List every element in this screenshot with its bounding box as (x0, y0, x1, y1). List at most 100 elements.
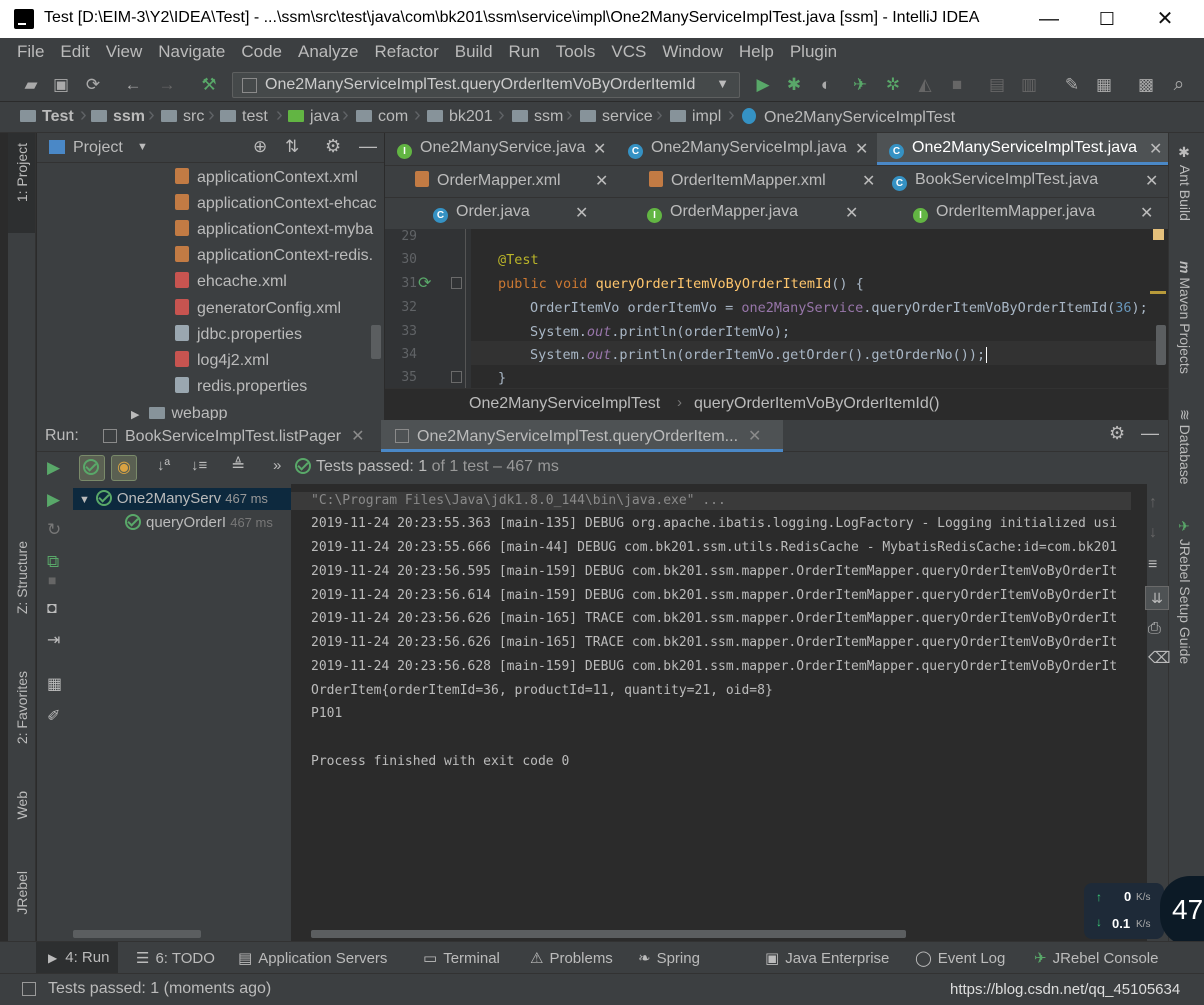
sort-alpha-icon[interactable]: ↓ª (157, 457, 170, 474)
close-tab-icon[interactable]: ✕ (855, 133, 868, 165)
run-configuration-select[interactable]: One2ManyServiceImplTest.queryOrderItemVo… (232, 72, 740, 98)
web-tool-tab[interactable]: Web (14, 791, 30, 820)
close-tab-icon[interactable]: ✕ (1149, 133, 1162, 165)
breadcrumb-project[interactable]: Test (20, 108, 74, 126)
tree-file-redis-properties[interactable]: redis.properties (175, 377, 307, 403)
tree-file-ehcache[interactable]: ehcache.xml (175, 272, 287, 298)
run-test-gutter-icon[interactable]: ⟳ (418, 273, 431, 292)
menu-analyze[interactable]: Analyze (289, 38, 365, 62)
run-again-icon[interactable]: ▶ (47, 490, 60, 510)
tool-tab-run[interactable]: ▶ 4: Run (48, 949, 109, 966)
breadcrumb-bk201[interactable]: bk201 (427, 108, 493, 126)
coverage-icon[interactable]: ◐ (813, 72, 839, 98)
tree-file-generatorconfig[interactable]: generatorConfig.xml (175, 299, 341, 325)
favorites-tool-tab[interactable]: 2: Favorites (14, 671, 30, 744)
tool-tab-terminal[interactable]: ▭ Terminal (423, 949, 500, 967)
tree-folder-webapp[interactable]: ▶ webapp (131, 405, 228, 421)
tool-tab-todo[interactable]: ☰ 6: TODO (136, 949, 215, 967)
close-tab-icon[interactable]: ✕ (595, 165, 608, 197)
menu-vcs[interactable]: VCS (602, 38, 653, 62)
breadcrumb-com[interactable]: com (356, 108, 408, 126)
wrench-settings-icon[interactable]: ✎ (1059, 72, 1085, 98)
sort-duration-icon[interactable]: ↓≡ (191, 457, 207, 474)
hide-panel-icon[interactable]: — (359, 136, 377, 157)
menu-file[interactable]: File (8, 38, 51, 62)
open-folder-icon[interactable]: ▰ (18, 72, 44, 98)
jrebel-tool-tab[interactable]: JRebel (14, 871, 30, 915)
collapse-icon[interactable]: ⇅ (285, 137, 299, 157)
tab-order-java[interactable]: C Order.java (433, 197, 530, 229)
debug-bug-icon[interactable]: ✱ (781, 72, 807, 98)
build-hammer-icon[interactable]: ⚒ (196, 72, 222, 98)
test-suite-row[interactable]: ▼ One2ManyServ 467 ms (79, 490, 268, 507)
tool-tab-app-servers[interactable]: ▤ Application Servers (238, 949, 387, 967)
tool-tab-event-log[interactable]: ◯ Event Log (915, 949, 1005, 967)
run-icon[interactable]: ▶ (750, 72, 776, 98)
run-tab-bookservice[interactable]: BookServiceImplTest.listPager ✕ (103, 426, 409, 452)
database-tool-tab[interactable]: ≋ Database (1177, 409, 1193, 485)
close-tab-icon[interactable]: ✕ (351, 428, 364, 445)
console-output[interactable]: "C:\Program Files\Java\jdk1.8.0_144\bin\… (291, 484, 1147, 941)
fold-icon[interactable] (451, 371, 462, 383)
sync-icon[interactable]: ⟳ (80, 72, 106, 98)
tasks-icon[interactable]: ▥ (1016, 72, 1042, 98)
more-icon[interactable]: » (273, 457, 281, 474)
show-passed-toggle[interactable] (79, 455, 105, 481)
tree-file-log4j2[interactable]: log4j2.xml (175, 351, 269, 377)
import-icon[interactable]: ⇥ (47, 630, 60, 650)
breadcrumb-test[interactable]: test (220, 108, 268, 126)
menu-view[interactable]: View (97, 38, 150, 62)
profile-icon[interactable]: ◭ (912, 72, 938, 98)
search-icon[interactable]: ⌕ (1166, 72, 1192, 98)
tool-tab-spring[interactable]: ❧ Spring (638, 949, 700, 967)
menu-code[interactable]: Code (232, 38, 289, 62)
tab-one2manyservice[interactable]: I One2ManyService.java (397, 133, 585, 165)
scroll-to-end-icon[interactable]: ⇊ (1145, 586, 1169, 610)
stop-icon[interactable]: ■ (944, 72, 970, 98)
services-icon[interactable]: ▩ (1133, 72, 1159, 98)
breadcrumb-java[interactable]: java (288, 108, 339, 126)
breadcrumb-class-item[interactable]: One2ManyServiceImplTest (469, 395, 660, 413)
menu-plugin[interactable]: Plugin (781, 38, 844, 62)
layout-icon[interactable]: ▦ (47, 674, 62, 694)
breadcrumb-service[interactable]: service (580, 108, 653, 126)
project-tool-tab[interactable]: 1: Project (14, 143, 30, 202)
menu-navigate[interactable]: Navigate (149, 38, 232, 62)
breadcrumb-ssm[interactable]: ssm (91, 108, 145, 126)
tree-file-jdbc-properties[interactable]: jdbc.properties (175, 325, 302, 351)
jrebel-debug-icon[interactable]: ✲ (880, 72, 906, 98)
toggle-autotest-icon[interactable]: ⧉ (47, 552, 59, 572)
menu-refactor[interactable]: Refactor (365, 38, 445, 62)
error-stripe-mark[interactable] (1150, 291, 1166, 294)
project-structure-icon[interactable]: ▦ (1091, 72, 1117, 98)
close-tab-icon[interactable]: ✕ (593, 133, 606, 165)
tab-ordermapper-xml[interactable]: OrderMapper.xml (415, 165, 561, 197)
gear-icon[interactable]: ⚙ (325, 136, 341, 157)
breadcrumb-src[interactable]: src (161, 108, 204, 126)
tab-one2manyserviceimpltest[interactable]: C One2ManyServiceImplTest.java (889, 133, 1137, 165)
tool-tab-java-enterprise[interactable]: ▣ Java Enterprise (765, 949, 889, 967)
menu-help[interactable]: Help (730, 38, 781, 62)
close-tab-icon[interactable]: ✕ (748, 428, 761, 445)
editor-scrollbar[interactable] (1156, 325, 1166, 365)
rerun-icon[interactable]: ▶ (47, 458, 60, 478)
close-tab-icon[interactable]: ✕ (845, 197, 858, 229)
code-editor[interactable]: 29 30 31 32 33 34 35 ⟳ @Test public void… (385, 229, 1168, 388)
tool-tab-jrebel-console[interactable]: ✈ JRebel Console (1034, 949, 1158, 967)
fold-icon[interactable] (451, 277, 462, 289)
camera-icon[interactable]: ◘ (47, 600, 57, 618)
close-tab-icon[interactable]: ✕ (862, 165, 875, 197)
tree-file-applicationcontext-ehcache[interactable]: applicationContext-ehcac (175, 194, 377, 220)
gear-icon[interactable]: ⚙ (1109, 423, 1125, 444)
down-arrow-icon[interactable]: ↓ (1149, 524, 1157, 542)
warning-marker-icon[interactable] (1153, 229, 1164, 240)
status-toggle-icon[interactable] (22, 982, 36, 996)
up-arrow-icon[interactable]: ↑ (1149, 494, 1157, 512)
pin-icon[interactable]: ✐ (47, 706, 60, 726)
menu-run[interactable]: Run (500, 38, 547, 62)
tab-one2manyserviceimpl[interactable]: C One2ManyServiceImpl.java (628, 133, 847, 165)
maven-projects-tool-tab[interactable]: m Maven Projects (1177, 261, 1193, 374)
forward-arrow-icon[interactable]: → (154, 72, 180, 98)
close-tab-icon[interactable]: ✕ (575, 197, 588, 229)
jrebel-run-icon[interactable]: ✈ (847, 72, 873, 98)
